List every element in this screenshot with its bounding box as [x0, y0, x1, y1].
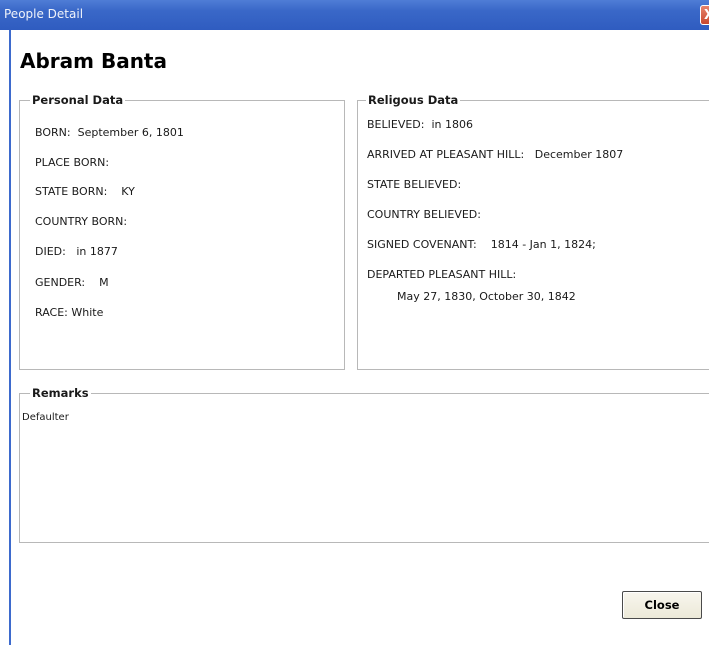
state-born-field: STATE BORN: KY [35, 185, 135, 198]
window-frame-left [9, 30, 11, 645]
person-name: Abram Banta [20, 49, 167, 73]
country-believed-field: COUNTRY BELIEVED: [367, 208, 481, 221]
country-born-field: COUNTRY BORN: [35, 215, 128, 228]
signed-covenant-field: SIGNED COVENANT: 1814 - Jan 1, 1824; [367, 238, 596, 251]
religious-data-group: Religous Data [357, 93, 709, 370]
window-title: People Detail [4, 7, 84, 21]
place-born-field: PLACE BORN: [35, 156, 110, 169]
died-field: DIED: in 1877 [35, 245, 118, 258]
race-field: RACE: White [35, 306, 104, 319]
state-believed-field: STATE BELIEVED: [367, 178, 462, 191]
close-icon[interactable]: X [700, 5, 709, 25]
people-detail-window: People Detail X Abram Banta Personal Dat… [0, 0, 709, 645]
title-bar[interactable]: People Detail X [0, 0, 709, 30]
remarks-legend: Remarks [30, 386, 91, 400]
personal-data-legend: Personal Data [30, 93, 126, 107]
personal-data-group: Personal Data [19, 93, 345, 370]
arrived-field: ARRIVED AT PLEASANT HILL: December 1807 [367, 148, 624, 161]
religious-data-legend: Religous Data [366, 93, 461, 107]
remarks-text: Defaulter [22, 412, 69, 423]
departed-label: DEPARTED PLEASANT HILL: [367, 268, 517, 281]
close-button[interactable]: Close [622, 591, 702, 619]
born-field: BORN: September 6, 1801 [35, 126, 184, 139]
remarks-group: Remarks [19, 386, 709, 543]
gender-field: GENDER: M [35, 276, 109, 289]
departed-value: May 27, 1830, October 30, 1842 [397, 290, 576, 303]
believed-field: BELIEVED: in 1806 [367, 118, 473, 131]
